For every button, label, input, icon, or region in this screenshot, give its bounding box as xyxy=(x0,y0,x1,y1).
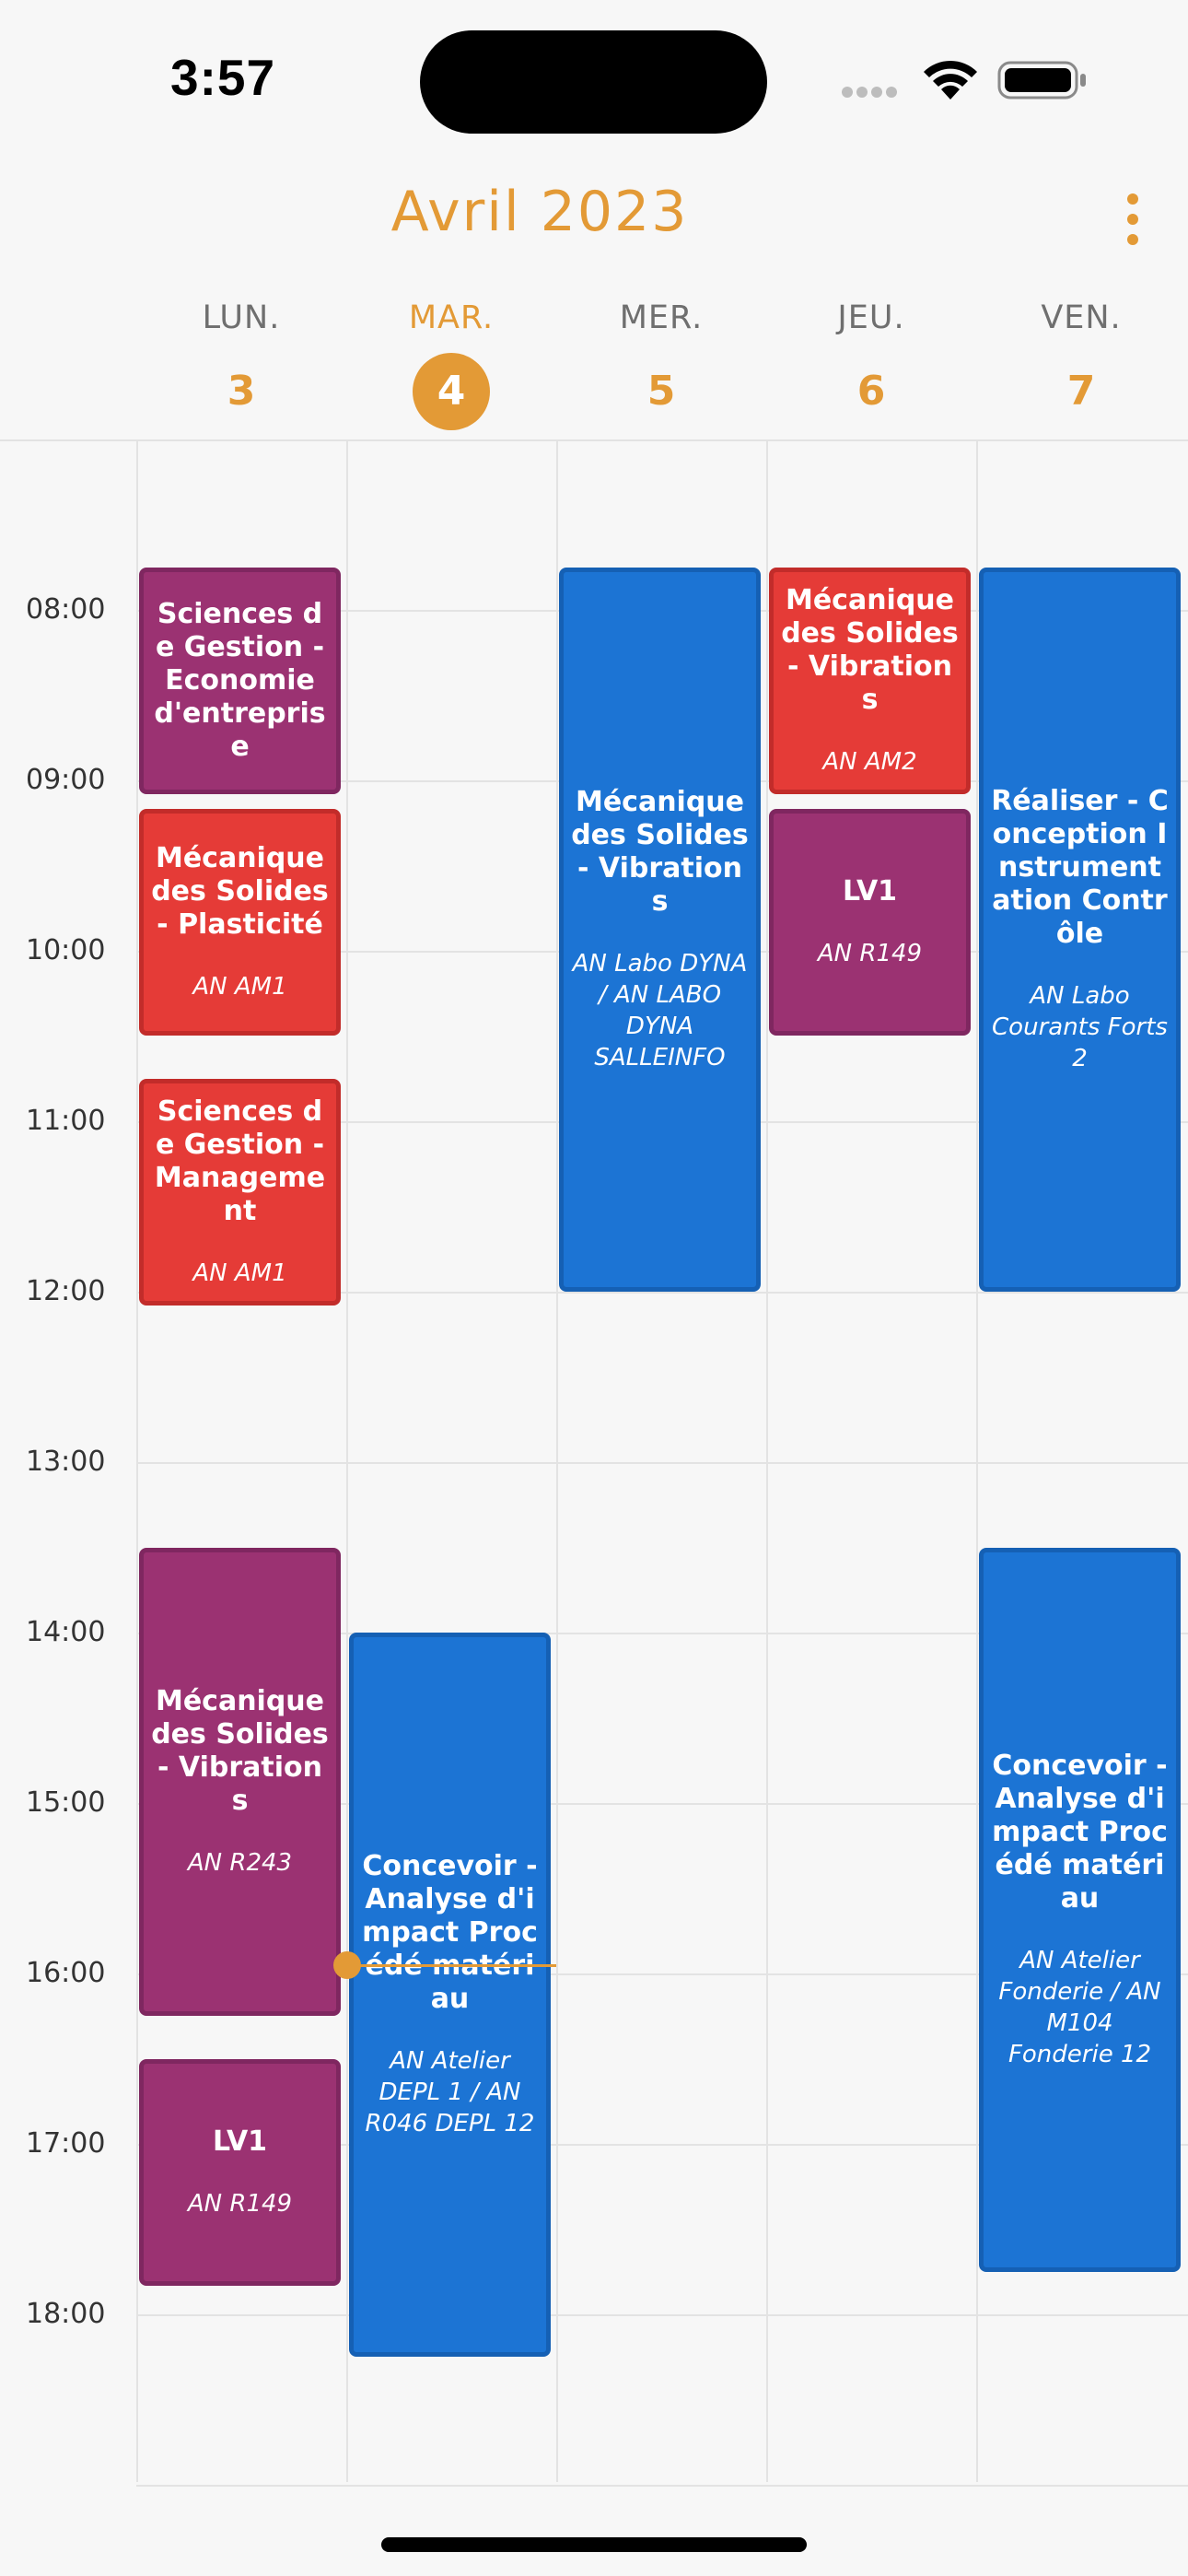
day-number: 6 xyxy=(856,368,886,415)
wifi-icon xyxy=(924,60,977,100)
day-header-4[interactable]: VEN. 7 xyxy=(976,299,1186,438)
current-time-dot xyxy=(333,1950,361,1979)
hour-label: 10:00 xyxy=(26,934,106,966)
hour-line xyxy=(136,1462,1188,1464)
hour-label: 12:00 xyxy=(26,1275,106,1307)
event-title: Mécanique des Solides - Plasticité xyxy=(151,842,329,942)
event-card[interactable]: LV1 AN R149 xyxy=(769,808,971,1036)
day-name: JEU. xyxy=(837,299,905,336)
hour-label: 18:00 xyxy=(26,2298,106,2330)
event-card[interactable]: LV1 AN R149 xyxy=(139,2058,341,2287)
day-number: 7 xyxy=(1066,368,1096,415)
event-title: Sciences de Gestion - Economie d'entrepr… xyxy=(154,598,326,764)
event-card[interactable]: Concevoir - Analyse d'impact Procédé mat… xyxy=(349,1633,551,2358)
event-card[interactable]: Mécanique des Solides - Plasticité AN AM1 xyxy=(139,808,341,1036)
week-grid[interactable]: 08:00 09:00 10:00 11:00 12:00 13:00 14:00 15:00… xyxy=(0,441,1188,2487)
day-name: VEN. xyxy=(1041,299,1122,336)
event-card[interactable]: Mécanique des Solides - Vibrations AN R24… xyxy=(139,1547,341,2017)
event-room: AN AM2 xyxy=(822,748,917,777)
more-options-button[interactable] xyxy=(1114,193,1151,245)
event-title: Réaliser - Conception Instrumentation Co… xyxy=(991,784,1169,950)
event-card[interactable]: Réaliser - Conception Instrumentation Co… xyxy=(979,567,1181,1292)
event-room: AN Labo DYNA / AN LABO DYNA SALLEINFO xyxy=(572,949,748,1071)
event-room: AN R149 xyxy=(817,940,923,968)
day-header-1[interactable]: MAR. 4 xyxy=(346,299,556,438)
day-number: 3 xyxy=(227,368,256,415)
event-room: AN R149 xyxy=(187,2189,293,2218)
event-title: LV1 xyxy=(212,2125,268,2158)
event-card[interactable]: Sciences de Gestion - Economie d'entrepr… xyxy=(139,567,341,795)
day-name: MAR. xyxy=(408,299,495,336)
cellular-signal-icon xyxy=(842,84,901,101)
day-name: MER. xyxy=(619,299,704,336)
hour-label: 09:00 xyxy=(26,764,106,796)
event-room: AN R243 xyxy=(187,1848,293,1877)
event-title: LV1 xyxy=(842,875,898,908)
event-card[interactable]: Sciences de Gestion - Management AN AM1 xyxy=(139,1078,341,1306)
more-dots-icon xyxy=(1127,193,1138,205)
grid-bottom-line xyxy=(136,2485,1188,2487)
hour-label: 16:00 xyxy=(26,1957,106,1989)
hour-label: 14:00 xyxy=(26,1616,106,1648)
hour-line xyxy=(136,2314,1188,2316)
home-indicator[interactable] xyxy=(381,2537,807,2552)
event-title: Mécanique des Solides - Vibrations xyxy=(781,584,959,717)
day-header-2[interactable]: MER. 5 xyxy=(556,299,766,438)
event-room: AN Atelier DEPL 1 / AN R046 DEPL 12 xyxy=(365,2047,535,2138)
hour-label: 15:00 xyxy=(26,1786,106,1819)
dynamic-island xyxy=(420,30,767,134)
month-title[interactable]: Avril 2023 xyxy=(0,180,1079,244)
day-number: 5 xyxy=(646,368,676,415)
event-title: Concevoir - Analyse d'impact Procédé mat… xyxy=(992,1749,1168,1914)
hour-label: 13:00 xyxy=(26,1446,106,1478)
event-room: AN AM1 xyxy=(192,1259,287,1288)
event-title: Mécanique des Solides - Vibrations xyxy=(151,1684,329,1817)
current-time-line xyxy=(359,1963,556,1967)
event-room: AN Labo Courants Forts 2 xyxy=(992,981,1168,1072)
event-card[interactable]: Mécanique des Solides - Vibrations AN Lab… xyxy=(559,567,761,1292)
day-header-3[interactable]: JEU. 6 xyxy=(766,299,976,438)
status-time: 3:57 xyxy=(170,49,276,106)
hour-label: 11:00 xyxy=(26,1105,106,1137)
status-bar: 3:57 xyxy=(0,0,1188,157)
hour-label: 08:00 xyxy=(26,593,106,626)
day-name: LUN. xyxy=(202,299,281,336)
event-room: AN AM1 xyxy=(192,973,287,1001)
day-header-0[interactable]: LUN. 3 xyxy=(136,299,346,438)
event-title: Sciences de Gestion - Management xyxy=(154,1095,326,1228)
event-title: Mécanique des Solides - Vibrations xyxy=(571,785,749,918)
event-title: Concevoir - Analyse d'impact Procédé mat… xyxy=(362,1850,538,2016)
hour-label: 17:00 xyxy=(26,2127,106,2160)
event-card[interactable]: Mécanique des Solides - Vibrations AN AM2 xyxy=(769,567,971,795)
battery-icon xyxy=(997,61,1086,100)
event-card[interactable]: Concevoir - Analyse d'impact Procédé mat… xyxy=(979,1547,1181,2272)
today-day-number: 4 xyxy=(413,353,490,430)
event-room: AN Atelier Fonderie / AN M104 Fonderie 1… xyxy=(998,1946,1161,2068)
